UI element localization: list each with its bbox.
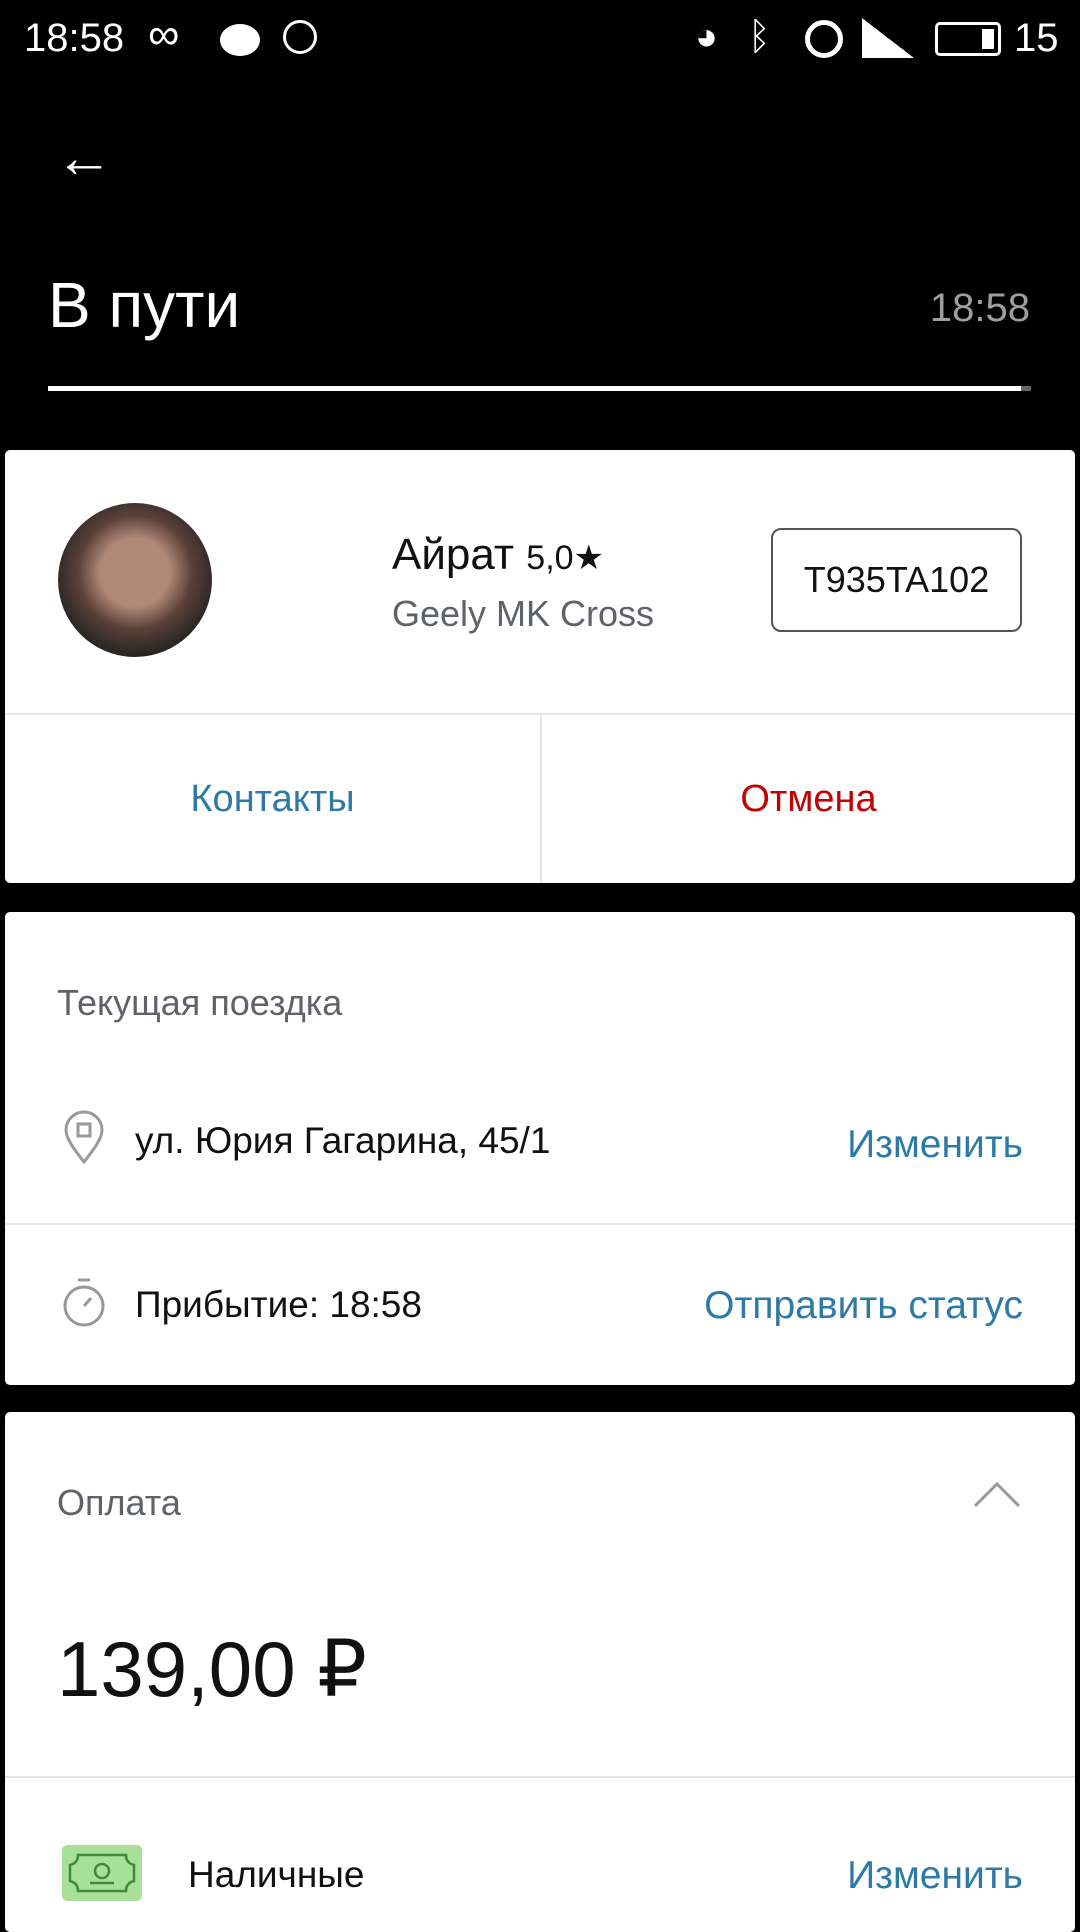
send-status-button[interactable]: Отправить статус — [704, 1284, 1023, 1328]
signal-icon — [862, 18, 914, 58]
payment-amount: 139,00 ₽ — [57, 1625, 367, 1713]
message-icon — [220, 24, 260, 56]
location-icon: ◕ — [695, 16, 718, 58]
change-address-button[interactable]: Изменить — [847, 1123, 1023, 1167]
driver-name-row: Айрат 5,0★ — [392, 530, 604, 580]
driver-rating: 5,0★ — [526, 539, 605, 577]
bluetooth-icon: ᛒ — [748, 16, 771, 58]
license-plate: T935TA102 — [771, 528, 1022, 632]
battery-icon — [935, 22, 1001, 56]
page-title: В пути — [48, 269, 241, 341]
alarm-icon — [805, 20, 843, 58]
cancel-button[interactable]: Отмена — [542, 715, 1075, 883]
progress-bar — [48, 386, 1031, 391]
contacts-button[interactable]: Контакты — [5, 715, 540, 883]
trip-title: Текущая поездка — [57, 982, 343, 1023]
trip-address: ул. Юрия Гагарина, 45/1 — [135, 1120, 551, 1161]
chevron-up-icon[interactable] — [973, 1480, 1021, 1508]
trip-card: Текущая поездка ул. Юрия Гагарина, 45/1 … — [5, 912, 1075, 1385]
back-arrow-icon[interactable]: ← — [55, 128, 113, 188]
arrival-time: Прибытие: 18:58 — [135, 1284, 422, 1325]
payment-method: Наличные — [188, 1854, 365, 1895]
infinity-icon: ∞ — [148, 10, 180, 59]
header-time: 18:58 — [929, 286, 1030, 330]
payment-card: Оплата 139,00 ₽ Наличные Изменить — [5, 1412, 1075, 1932]
status-time: 18:58 — [24, 16, 125, 60]
location-pin-icon — [64, 1110, 104, 1164]
battery-level: 15 — [1014, 16, 1059, 60]
progress-fill — [48, 386, 1022, 391]
driver-name: Айрат — [392, 530, 515, 579]
stopwatch-icon — [63, 1278, 105, 1327]
cash-icon — [62, 1845, 142, 1901]
driver-card: Айрат 5,0★ Geely MK Cross T935TA102 Конт… — [5, 450, 1075, 883]
driver-avatar — [58, 503, 212, 657]
payment-title: Оплата — [57, 1482, 181, 1523]
whatsapp-icon — [283, 20, 317, 54]
change-payment-button[interactable]: Изменить — [847, 1854, 1023, 1898]
car-model: Geely MK Cross — [392, 593, 655, 634]
